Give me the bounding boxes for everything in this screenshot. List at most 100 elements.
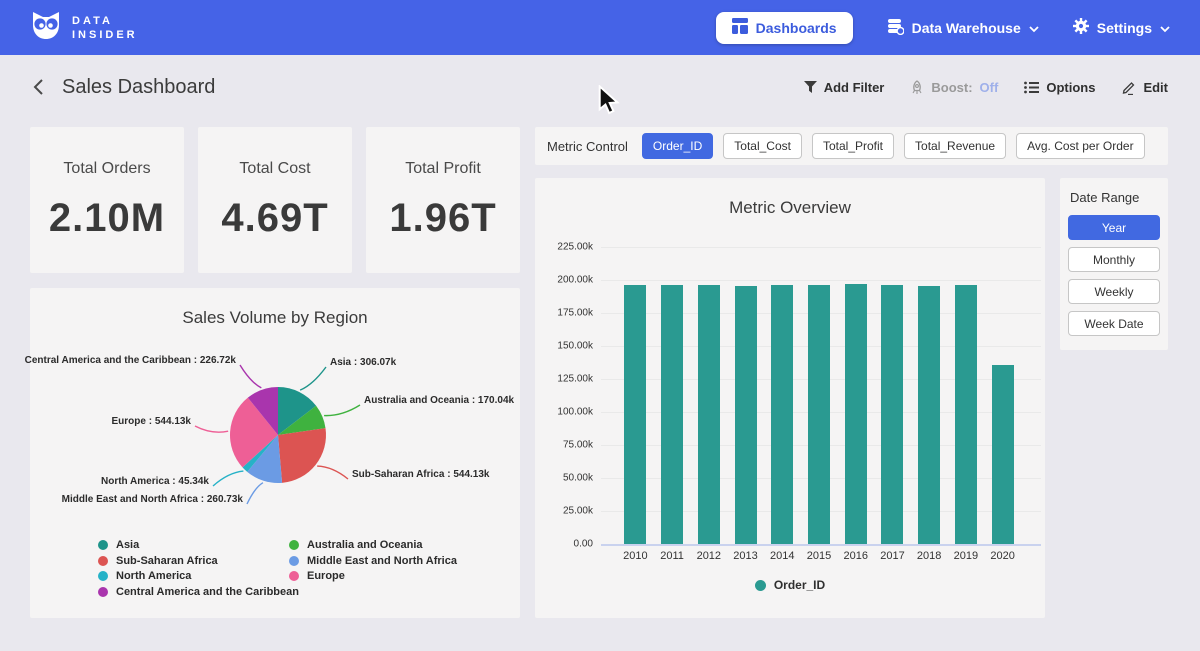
date-range-label: Date Range xyxy=(1070,190,1160,205)
date-range-year[interactable]: Year xyxy=(1068,215,1160,240)
pie-slice-sub-saharan-africa[interactable] xyxy=(278,428,326,483)
x-axis-tick: 2012 xyxy=(697,550,721,562)
legend-label: Australia and Oceania xyxy=(307,539,423,551)
boost-toggle[interactable]: Boost: Off xyxy=(910,80,998,95)
bar-2017[interactable] xyxy=(881,285,903,544)
date-range-monthly[interactable]: Monthly xyxy=(1068,247,1160,272)
pie-chart xyxy=(30,288,520,618)
pie-leader-line xyxy=(317,466,348,479)
kpi-label: Total Profit xyxy=(405,160,481,178)
pie-leader-line xyxy=(300,367,326,390)
bar-2010[interactable] xyxy=(624,285,646,544)
dashboards-button[interactable]: Dashboards xyxy=(716,12,853,44)
pie-legend-item-sub-saharan-africa[interactable]: Sub-Saharan Africa xyxy=(98,555,218,567)
x-axis-tick: 2015 xyxy=(807,550,831,562)
options-label: Options xyxy=(1046,80,1095,95)
bar-chart-title: Metric Overview xyxy=(535,198,1045,218)
x-axis-tick: 2011 xyxy=(660,550,684,562)
pie-label-middle-east-and-north-africa: Middle East and North Africa : 260.73k xyxy=(62,494,243,505)
legend-label: Central America and the Caribbean xyxy=(116,586,299,598)
boost-value: Off xyxy=(980,80,999,95)
x-axis-tick: 2020 xyxy=(990,550,1014,562)
bar-2015[interactable] xyxy=(808,285,830,544)
options-button[interactable]: Options xyxy=(1024,80,1095,95)
y-axis-tick: 150.00k xyxy=(535,341,593,352)
brand[interactable]: DATA INSIDER xyxy=(30,9,138,46)
pie-leader-line xyxy=(240,365,261,388)
x-axis-tick: 2018 xyxy=(917,550,941,562)
add-filter-label: Add Filter xyxy=(824,80,885,95)
edit-button[interactable]: Edit xyxy=(1121,80,1168,95)
pie-legend-item-europe[interactable]: Europe xyxy=(289,570,345,582)
kpi-card-total-orders: Total Orders 2.10M xyxy=(30,127,184,273)
bar-2014[interactable] xyxy=(771,285,793,544)
metric-control-label: Metric Control xyxy=(547,139,628,154)
legend-label: Europe xyxy=(307,570,345,582)
x-axis-tick: 2013 xyxy=(733,550,757,562)
metric-chip-total-revenue[interactable]: Total_Revenue xyxy=(904,133,1006,159)
data-warehouse-menu[interactable]: Data Warehouse xyxy=(887,18,1039,38)
legend-dot xyxy=(289,540,299,550)
options-list-icon xyxy=(1024,81,1039,94)
metric-chip-total-profit[interactable]: Total_Profit xyxy=(812,133,894,159)
legend-dot xyxy=(98,556,108,566)
pie-leader-line xyxy=(213,471,243,486)
bar-2019[interactable] xyxy=(955,285,977,544)
kpi-card-total-profit: Total Profit 1.96T xyxy=(366,127,520,273)
pie-legend-item-central-america-and-the-caribbean[interactable]: Central America and the Caribbean xyxy=(98,586,299,598)
bar-2011[interactable] xyxy=(661,285,683,544)
rocket-icon xyxy=(910,80,924,95)
kpi-card-total-cost: Total Cost 4.69T xyxy=(198,127,352,273)
metric-overview-panel: Metric Overview 225.00k200.00k175.00k150… xyxy=(535,178,1045,618)
back-button[interactable] xyxy=(32,78,44,96)
pie-leader-line xyxy=(324,405,360,416)
bar-2012[interactable] xyxy=(698,285,720,544)
edit-label: Edit xyxy=(1143,80,1168,95)
pie-legend-item-middle-east-and-north-africa[interactable]: Middle East and North Africa xyxy=(289,555,457,567)
add-filter-button[interactable]: Add Filter xyxy=(804,80,885,95)
top-navbar: DATA INSIDER Dashboards xyxy=(0,0,1200,55)
y-axis-tick: 175.00k xyxy=(535,308,593,319)
pie-legend-item-north-america[interactable]: North America xyxy=(98,570,191,582)
settings-menu[interactable]: Settings xyxy=(1073,18,1170,37)
legend-dot xyxy=(289,556,299,566)
metric-chip-avg-cost-per-order[interactable]: Avg. Cost per Order xyxy=(1016,133,1145,159)
pie-label-sub-saharan-africa: Sub-Saharan Africa : 544.13k xyxy=(352,469,489,480)
x-axis-tick: 2014 xyxy=(770,550,794,562)
bar-2018[interactable] xyxy=(918,286,940,544)
y-axis-tick: 25.00k xyxy=(535,506,593,517)
data-warehouse-label: Data Warehouse xyxy=(912,20,1021,36)
pie-legend-item-australia-and-oceania[interactable]: Australia and Oceania xyxy=(289,539,423,551)
legend-label: Sub-Saharan Africa xyxy=(116,555,218,567)
legend-dot xyxy=(98,587,108,597)
legend-label: Asia xyxy=(116,539,139,551)
x-axis-tick: 2010 xyxy=(623,550,647,562)
pie-leader-line xyxy=(195,426,228,432)
date-range-week-date[interactable]: Week Date xyxy=(1068,311,1160,336)
bar-chart-legend: Order_ID xyxy=(535,578,1045,592)
pie-legend-item-asia[interactable]: Asia xyxy=(98,539,139,551)
metric-chip-total-cost[interactable]: Total_Cost xyxy=(723,133,802,159)
metric-chip-order-id[interactable]: Order_ID xyxy=(642,133,713,159)
metric-control-bar: Metric Control Order_ID Total_Cost Total… xyxy=(535,127,1168,165)
bar-2016[interactable] xyxy=(845,284,867,544)
dashboards-label: Dashboards xyxy=(756,20,837,36)
bar-2013[interactable] xyxy=(735,286,757,544)
x-axis-tick: 2017 xyxy=(880,550,904,562)
legend-dot xyxy=(755,580,766,591)
y-axis-tick: 100.00k xyxy=(535,407,593,418)
y-axis-tick: 75.00k xyxy=(535,440,593,451)
database-icon xyxy=(887,18,904,38)
kpi-label: Total Orders xyxy=(63,160,150,178)
filter-icon xyxy=(804,81,817,93)
page-header: Sales Dashboard Add Filter Boost: Off xyxy=(0,55,1200,119)
brand-line1: DATA xyxy=(72,14,138,28)
bar-2020[interactable] xyxy=(992,365,1014,544)
legend-dot xyxy=(98,540,108,550)
legend-dot xyxy=(289,571,299,581)
y-axis-tick: 125.00k xyxy=(535,374,593,385)
page-title: Sales Dashboard xyxy=(62,76,215,99)
date-range-weekly[interactable]: Weekly xyxy=(1068,279,1160,304)
kpi-value: 1.96T xyxy=(389,196,496,241)
boost-label: Boost: xyxy=(931,80,972,95)
